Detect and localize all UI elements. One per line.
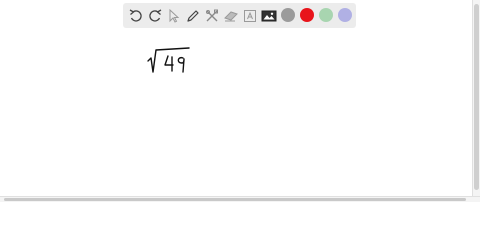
redo-icon[interactable] xyxy=(145,5,164,26)
eraser-icon[interactable] xyxy=(221,5,240,26)
color-green[interactable] xyxy=(319,8,333,22)
drawing-toolbar xyxy=(123,3,356,28)
select-pointer-icon[interactable] xyxy=(164,5,183,26)
drawing-canvas[interactable] xyxy=(0,0,472,196)
handwritten-sqrt-49 xyxy=(147,47,190,73)
horizontal-scroll-thumb[interactable] xyxy=(4,198,466,201)
color-red[interactable] xyxy=(300,8,314,22)
tools-icon[interactable] xyxy=(202,5,221,26)
vertical-scrollbar[interactable] xyxy=(472,0,480,196)
text-icon[interactable] xyxy=(240,5,259,26)
horizontal-scrollbar[interactable] xyxy=(0,196,480,202)
pen-icon[interactable] xyxy=(183,5,202,26)
color-gray[interactable] xyxy=(281,8,295,22)
image-icon[interactable] xyxy=(259,5,278,26)
color-lavender[interactable] xyxy=(338,8,352,22)
undo-icon[interactable] xyxy=(126,5,145,26)
vertical-scroll-thumb[interactable] xyxy=(474,4,479,190)
